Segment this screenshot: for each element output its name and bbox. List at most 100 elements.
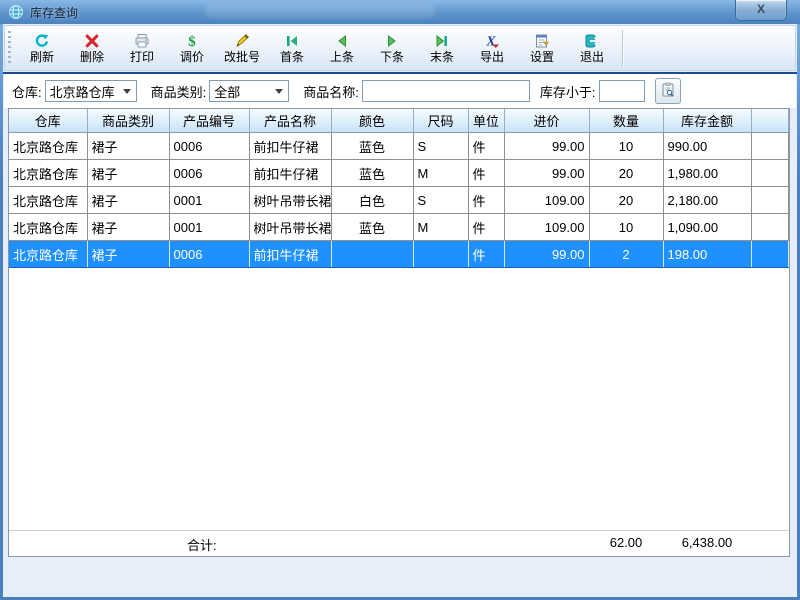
table-cell: 裙子 <box>87 241 169 268</box>
total-label: 合计: <box>187 535 217 554</box>
column-header[interactable]: 数量 <box>589 109 663 133</box>
table-cell: 北京路仓库 <box>9 133 87 160</box>
table-cell: 蓝色 <box>331 160 413 187</box>
table-cell: 20 <box>589 187 663 214</box>
table-cell: S <box>413 133 468 160</box>
prev-icon <box>333 32 351 49</box>
column-header[interactable]: 进价 <box>504 109 589 133</box>
table-cell: 件 <box>468 214 504 241</box>
change-batch-button[interactable]: 改批号 <box>217 27 267 69</box>
column-header[interactable]: 仓库 <box>9 109 87 133</box>
table-cell: 北京路仓库 <box>9 214 87 241</box>
export-button[interactable]: X 导出 <box>467 27 517 69</box>
app-globe-icon <box>7 4 25 21</box>
exit-icon <box>583 32 601 49</box>
table-cell: 0006 <box>169 133 249 160</box>
export-excel-icon: X <box>483 32 501 49</box>
table-cell: 109.00 <box>504 187 589 214</box>
last-icon <box>433 32 451 49</box>
table-cell: 前扣牛仔裙 <box>249 133 331 160</box>
column-header[interactable]: 产品名称 <box>249 109 331 133</box>
product-name-input[interactable] <box>362 80 530 102</box>
table-row[interactable]: 北京路仓库裙子0006前扣牛仔裙蓝色M件99.00201,980.00 <box>9 160 789 187</box>
table-cell: M <box>413 160 468 187</box>
window-title: 库存查询 <box>30 4 78 21</box>
column-header[interactable]: 库存金额 <box>663 109 751 133</box>
table-row[interactable]: 北京路仓库裙子0006前扣牛仔裙件99.002198.00 <box>9 241 789 268</box>
close-button[interactable]: X <box>735 0 787 21</box>
column-header[interactable]: 单位 <box>468 109 504 133</box>
first-record-button[interactable]: 首条 <box>267 27 317 69</box>
toolbar-button-label: 下条 <box>380 51 404 64</box>
table-cell: 蓝色 <box>331 133 413 160</box>
adjust-price-button[interactable]: $调价 <box>167 27 217 69</box>
toolbar-button-label: 末条 <box>430 51 454 64</box>
table-cell: 白色 <box>331 187 413 214</box>
table-cell: 0001 <box>169 214 249 241</box>
delete-button[interactable]: 删除 <box>67 27 117 69</box>
table-cell: 前扣牛仔裙 <box>249 241 331 268</box>
table-cell: 件 <box>468 160 504 187</box>
table-cell: 0001 <box>169 187 249 214</box>
table-cell: 裙子 <box>87 187 169 214</box>
table-cell: 1,980.00 <box>663 160 751 187</box>
titlebar[interactable]: 库存查询 X <box>0 0 800 24</box>
printer-icon <box>133 32 151 49</box>
table-cell: M <box>413 214 468 241</box>
chevron-down-icon <box>123 89 131 94</box>
table-cell: 北京路仓库 <box>9 160 87 187</box>
table-header-row: 仓库商品类别产品编号产品名称颜色尺码单位进价数量库存金额 <box>9 109 789 133</box>
table-row[interactable]: 北京路仓库裙子0001树叶吊带长裙蓝色M件109.00101,090.00 <box>9 214 789 241</box>
background-window-blur <box>205 4 435 18</box>
warehouse-combobox[interactable]: 北京路仓库 <box>45 80 137 102</box>
next-icon <box>383 32 401 49</box>
table-cell: 0006 <box>169 160 249 187</box>
table-cell: 北京路仓库 <box>9 187 87 214</box>
table-row[interactable]: 北京路仓库裙子0001树叶吊带长裙白色S件109.00202,180.00 <box>9 187 789 214</box>
toolbar-button-label: 设置 <box>530 51 554 64</box>
table-row[interactable]: 北京路仓库裙子0006前扣牛仔裙蓝色S件99.0010990.00 <box>9 133 789 160</box>
table-cell: 10 <box>589 214 663 241</box>
refresh-icon <box>33 32 51 49</box>
next-record-button[interactable]: 下条 <box>367 27 417 69</box>
chevron-down-icon <box>275 89 283 94</box>
column-header[interactable]: 颜色 <box>331 109 413 133</box>
svg-text:X: X <box>485 34 496 49</box>
client-area: 刷新删除打印 $调价改批号首条上条下条 末条 X 导出 设置 退出 仓库: 北京路仓库 商品… <box>3 24 797 597</box>
last-record-button[interactable]: 末条 <box>417 27 467 69</box>
table-cell: 树叶吊带长裙 <box>249 187 331 214</box>
clipboard-search-icon <box>660 82 676 101</box>
print-button[interactable]: 打印 <box>117 27 167 69</box>
table-cell: 109.00 <box>504 214 589 241</box>
column-header[interactable]: 尺码 <box>413 109 468 133</box>
table-cell: 裙子 <box>87 214 169 241</box>
table-cell: 10 <box>589 133 663 160</box>
filter-row: 仓库: 北京路仓库 商品类别: 全部 商品名称: 库存小于: <box>4 74 796 108</box>
toolbar-button-label: 导出 <box>480 51 504 64</box>
stock-less-input[interactable] <box>599 80 645 102</box>
table-cell: 件 <box>468 133 504 160</box>
toolbar-button-label: 退出 <box>580 51 604 64</box>
warehouse-label: 仓库: <box>12 82 42 101</box>
table-cell: 件 <box>468 241 504 268</box>
table-cell: 99.00 <box>504 241 589 268</box>
refresh-button[interactable]: 刷新 <box>17 27 67 69</box>
column-header[interactable]: 商品类别 <box>87 109 169 133</box>
toolbar-button-label: 打印 <box>130 51 154 64</box>
prev-record-button[interactable]: 上条 <box>317 27 367 69</box>
total-quantity: 62.00 <box>589 535 663 550</box>
table-cell: 裙子 <box>87 160 169 187</box>
table-cell: 99.00 <box>504 133 589 160</box>
toolbar-button-label: 改批号 <box>224 51 260 64</box>
table-cell: 裙子 <box>87 133 169 160</box>
exit-button[interactable]: 退出 <box>567 27 617 69</box>
first-icon <box>283 32 301 49</box>
column-header[interactable]: 产品编号 <box>169 109 249 133</box>
category-combobox[interactable]: 全部 <box>209 80 289 102</box>
query-button[interactable] <box>655 78 681 104</box>
category-value: 全部 <box>214 82 272 101</box>
inventory-query-window: 库存查询 X 刷新删除打印 $调价改批号首条上条下条 末条 X 导出 设置 退出 仓库: 北… <box>0 0 800 600</box>
table-cell: 北京路仓库 <box>9 241 87 268</box>
settings-button[interactable]: 设置 <box>517 27 567 69</box>
toolbar-gripper[interactable] <box>8 31 11 65</box>
